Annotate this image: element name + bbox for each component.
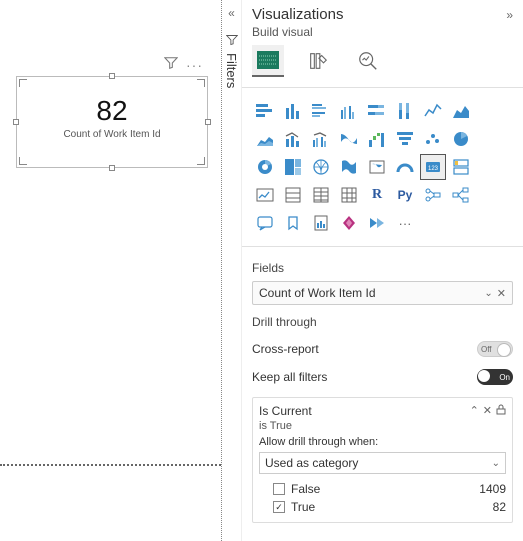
r-visual-icon[interactable]: R (364, 182, 390, 208)
qa-visual-icon[interactable] (252, 210, 278, 236)
visual-toolbar: ··· (164, 56, 203, 73)
svg-text:123: 123 (428, 166, 439, 172)
collapse-filter-icon[interactable]: ⌃ (470, 404, 479, 418)
python-visual-icon[interactable]: Py (392, 182, 418, 208)
drill-through-field: Is Current ⌃ ✕ is True Allow drill throu… (252, 397, 513, 523)
filters-pane-label: Filters (224, 53, 239, 88)
format-visual-tab[interactable] (302, 45, 334, 77)
ribbon-chart-icon[interactable] (336, 126, 362, 152)
analytics-tab[interactable] (352, 45, 384, 77)
map-icon[interactable] (308, 154, 334, 180)
checkbox-checked[interactable] (273, 501, 285, 513)
stacked-area-icon[interactable] (252, 126, 278, 152)
expand-right-icon[interactable]: » (506, 8, 513, 22)
remove-drill-field-icon[interactable]: ✕ (483, 404, 492, 418)
card-icon[interactable]: 123 (420, 154, 446, 180)
more-visuals-icon[interactable]: ··· (392, 210, 418, 236)
checkbox-unchecked[interactable] (273, 483, 285, 495)
lock-icon[interactable] (496, 404, 506, 418)
keep-filters-label: Keep all filters (252, 370, 327, 384)
build-visual-label: Build visual (242, 25, 523, 45)
matrix-icon[interactable] (336, 182, 362, 208)
drill-field-name: Is Current (259, 404, 312, 418)
drill-value-count: 1409 (479, 482, 506, 496)
card-visual[interactable]: 82 Count of Work Item Id (16, 76, 208, 168)
donut-icon[interactable] (252, 154, 278, 180)
card-value: 82 (17, 95, 207, 127)
power-automate-icon[interactable] (364, 210, 390, 236)
waterfall-icon[interactable] (364, 126, 390, 152)
funnel-icon[interactable] (392, 126, 418, 152)
line-column-icon[interactable] (280, 126, 306, 152)
clustered-bar-icon[interactable] (308, 98, 334, 124)
smart-narrative-icon[interactable] (280, 210, 306, 236)
stacked-bar-100-icon[interactable] (364, 98, 390, 124)
drill-value-count: 82 (493, 500, 506, 514)
multi-row-card-icon[interactable] (448, 154, 474, 180)
build-visual-tab[interactable] (252, 45, 284, 77)
stacked-bar-icon[interactable] (252, 98, 278, 124)
drill-through-header: Drill through (242, 305, 523, 335)
expand-left-icon[interactable]: « (228, 6, 235, 20)
clustered-column-icon[interactable] (336, 98, 362, 124)
drill-value-label: True (291, 500, 315, 514)
slicer-icon[interactable] (280, 182, 306, 208)
drill-value-row[interactable]: True 82 (259, 498, 506, 516)
visualizations-title: Visualizations (252, 6, 343, 23)
keep-filters-toggle[interactable]: On (477, 369, 513, 385)
drill-mode-select[interactable]: Used as category ⌄ (259, 452, 506, 474)
key-influencers-icon[interactable] (420, 182, 446, 208)
cross-report-toggle[interactable]: Off (477, 341, 513, 357)
visualization-picker: 123 R Py ··· (242, 92, 523, 242)
paginated-report-icon[interactable] (308, 210, 334, 236)
filter-icon[interactable] (164, 56, 178, 73)
drill-value-row[interactable]: False 1409 (259, 480, 506, 498)
decomposition-tree-icon[interactable] (448, 182, 474, 208)
card-label: Count of Work Item Id (17, 129, 207, 140)
field-item-label: Count of Work Item Id (259, 286, 376, 300)
pie-icon[interactable] (448, 126, 474, 152)
fields-header: Fields (242, 251, 523, 281)
line-chart-icon[interactable] (420, 98, 446, 124)
stacked-column-100-icon[interactable] (392, 98, 418, 124)
drill-value-label: False (291, 482, 320, 496)
stacked-column-icon[interactable] (280, 98, 306, 124)
filter-funnel-icon (226, 34, 238, 49)
filled-map-icon[interactable] (336, 154, 362, 180)
visualizations-pane: Visualizations » Build visual (242, 0, 523, 541)
cross-report-label: Cross-report (252, 342, 319, 356)
fields-well[interactable]: Count of Work Item Id ⌄ ✕ (252, 281, 513, 305)
power-apps-icon[interactable] (336, 210, 362, 236)
gauge-icon[interactable] (392, 154, 418, 180)
table-icon[interactable] (308, 182, 334, 208)
area-chart-icon[interactable] (448, 98, 474, 124)
chevron-down-icon: ⌄ (492, 458, 500, 469)
report-canvas[interactable]: ··· 82 Count of Work Item Id (0, 0, 222, 541)
line-clustered-column-icon[interactable] (308, 126, 334, 152)
drill-filter-summary: is True (259, 420, 506, 432)
scatter-icon[interactable] (420, 126, 446, 152)
filters-pane-collapsed[interactable]: « Filters (222, 0, 242, 541)
kpi-icon[interactable] (252, 182, 278, 208)
drill-allow-label: Allow drill through when: (259, 436, 506, 448)
shape-map-icon[interactable] (364, 154, 390, 180)
chevron-down-icon[interactable]: ⌄ (484, 288, 492, 299)
treemap-icon[interactable] (280, 154, 306, 180)
remove-field-icon[interactable]: ✕ (497, 287, 506, 300)
more-options-icon[interactable]: ··· (186, 57, 203, 73)
